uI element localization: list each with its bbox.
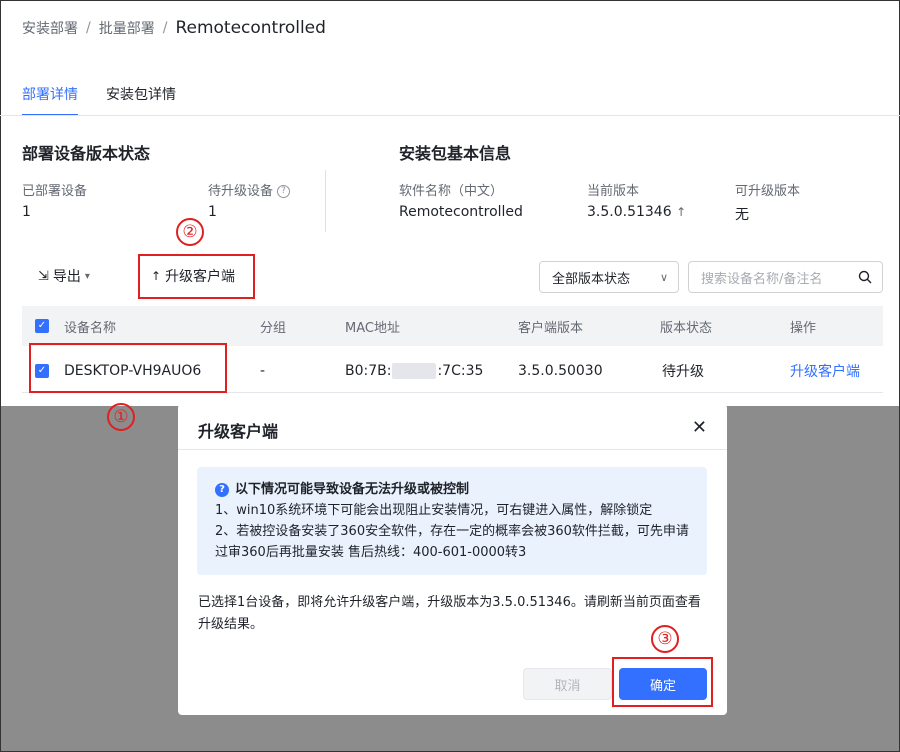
pending-label: 待升级设备 xyxy=(208,184,274,199)
mac-start: B0:7B: xyxy=(345,362,392,379)
chevron-down-icon: ▾ xyxy=(84,270,90,282)
table-header: ✓ 设备名称 分组 MAC地址 客户端版本 版本状态 操作 xyxy=(22,306,883,346)
breadcrumb: 安装部署 / 批量部署 / Remotecontrolled xyxy=(22,16,326,40)
notice-line-1: 1、win10系统环境下可能会出现阻止安装情况，可右键进入属性，解除锁定 xyxy=(215,503,653,518)
breadcrumb-item-install[interactable]: 安装部署 xyxy=(22,18,78,38)
group-value: - xyxy=(260,362,266,379)
deployed-label: 已部署设备 xyxy=(22,184,88,199)
annotation-box-confirm xyxy=(612,657,713,707)
pending-label-wrap: 待升级设备? xyxy=(208,180,291,199)
chevron-down-icon: ∨ xyxy=(659,270,668,284)
dialog-title: 升级客户端 xyxy=(198,422,279,441)
search-placeholder: 搜索设备名称/备注名 xyxy=(701,271,823,287)
mac-end: :7C:35 xyxy=(437,362,484,379)
pending-value: 1 xyxy=(208,204,217,220)
tabs-divider xyxy=(0,115,900,116)
header-client-version: 客户端版本 xyxy=(518,320,584,336)
notice-title: 以下情况可能导致设备无法升级或被控制 xyxy=(235,482,470,497)
info-icon: ? xyxy=(215,482,229,497)
breadcrumb-current: Remotecontrolled xyxy=(175,18,326,38)
version-status-value: 全部版本状态 xyxy=(552,271,631,287)
header-version-status: 版本状态 xyxy=(660,320,713,336)
section-divider xyxy=(325,170,326,232)
row-upgrade-link[interactable]: 升级客户端 xyxy=(790,349,860,392)
breadcrumb-item-batch[interactable]: 批量部署 xyxy=(99,18,155,38)
tab-package-details[interactable]: 安装包详情 xyxy=(106,84,176,116)
software-name-label: 软件名称（中文） xyxy=(399,184,504,199)
header-mac: MAC地址 xyxy=(345,320,400,336)
breadcrumb-separator: / xyxy=(86,20,91,36)
upgradable-version-label: 可升级版本 xyxy=(735,184,801,199)
export-label: 导出 xyxy=(52,269,81,285)
export-icon: ⇲ xyxy=(38,268,49,284)
breadcrumb-separator: / xyxy=(162,20,168,36)
select-all-checkbox[interactable]: ✓ xyxy=(35,306,49,346)
warning-notice: ? 以下情况可能导致设备无法升级或被控制 1、win10系统环境下可能会出现阻止安… xyxy=(197,467,707,575)
software-name-value: Remotecontrolled xyxy=(399,204,523,220)
header-device-name: 设备名称 xyxy=(64,320,117,336)
search-icon[interactable] xyxy=(858,270,872,284)
checkbox-checked-icon: ✓ xyxy=(35,319,49,333)
annotation-number-2: ② xyxy=(176,218,204,246)
upgradable-version-value: 无 xyxy=(735,207,749,223)
annotation-number-1: ① xyxy=(107,403,135,431)
current-version-label: 当前版本 xyxy=(587,184,640,199)
annotation-number-3: ③ xyxy=(651,625,679,653)
deployed-value: 1 xyxy=(22,204,31,220)
notice-title-row: ? 以下情况可能导致设备无法升级或被控制 xyxy=(215,479,689,500)
question-icon[interactable]: ? xyxy=(277,185,291,198)
search-input[interactable]: 搜索设备名称/备注名 xyxy=(688,261,883,293)
cancel-button[interactable]: 取消 xyxy=(523,668,612,700)
header-group: 分组 xyxy=(260,320,287,336)
deploy-status-title: 部署设备版本状态 xyxy=(22,144,151,163)
current-version-value: 3.5.0.51346 xyxy=(587,204,672,220)
export-button[interactable]: ⇲ 导出 ▾ xyxy=(38,266,90,286)
dialog-body-text: 已选择1台设备，即将允许升级客户端，升级版本为3.5.0.51346。请刷新当前… xyxy=(198,595,701,632)
tab-deploy-details[interactable]: 部署详情 xyxy=(22,84,78,116)
dialog-divider xyxy=(178,449,727,450)
mac-address: B0:7B: :7C:35 xyxy=(345,349,483,392)
header-actions: 操作 xyxy=(790,320,817,336)
upgrade-arrow-icon: ↑ xyxy=(676,205,687,219)
package-info-title: 安装包基本信息 xyxy=(399,144,512,163)
notice-line-2: 2、若被控设备安装了360安全软件，存在一定的概率会被360软件拦截，可先申请过… xyxy=(215,524,689,560)
client-version: 3.5.0.50030 xyxy=(518,362,603,379)
mac-redacted xyxy=(392,362,437,379)
close-icon[interactable]: ✕ xyxy=(692,417,707,438)
annotation-box-device xyxy=(29,343,227,393)
tab-bar: 部署详情 安装包详情 xyxy=(22,84,176,116)
annotation-box-upgrade xyxy=(138,254,255,299)
version-status-select[interactable]: 全部版本状态 ∨ xyxy=(539,261,679,293)
current-version-wrap: 3.5.0.51346 ↑ xyxy=(587,204,686,220)
version-status: 待升级 xyxy=(662,363,704,380)
